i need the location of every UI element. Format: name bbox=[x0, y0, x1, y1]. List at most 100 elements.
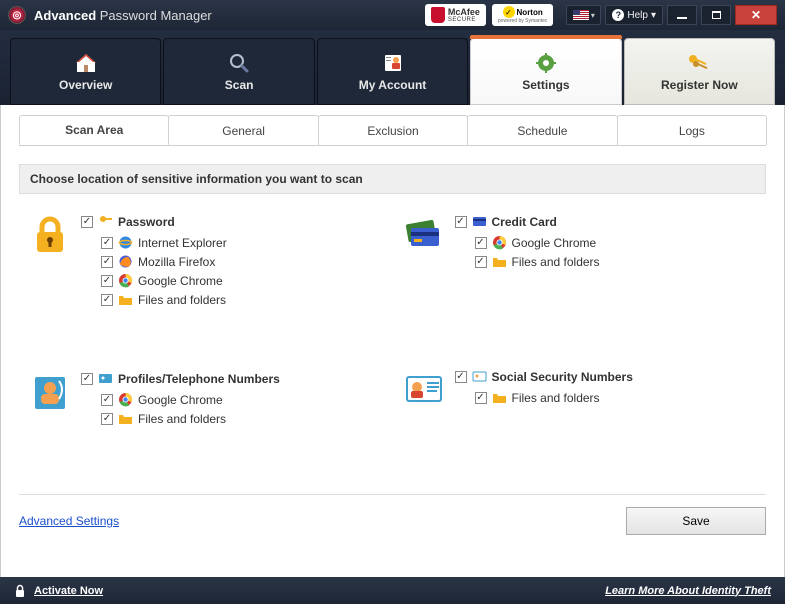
checkbox-files[interactable]: ✓ bbox=[475, 256, 487, 268]
tab-settings-label: Settings bbox=[522, 78, 569, 92]
chrome-icon bbox=[118, 273, 133, 288]
checkbox-profiles[interactable]: ✓ bbox=[81, 373, 93, 385]
content-area: Scan Area General Exclusion Schedule Log… bbox=[0, 105, 785, 577]
norton-badge: ✓ Norton powered by Symantec bbox=[492, 4, 553, 26]
close-icon: ✕ bbox=[751, 8, 761, 22]
folder-icon bbox=[118, 411, 133, 426]
list-item: ✓ Google Chrome bbox=[475, 235, 757, 250]
minimize-icon bbox=[677, 17, 687, 19]
checkbox-ssn[interactable]: ✓ bbox=[455, 371, 467, 383]
account-icon bbox=[382, 52, 404, 74]
item-label: Google Chrome bbox=[138, 274, 223, 288]
tab-settings[interactable]: Settings bbox=[470, 38, 621, 105]
mcafee-badge: McAfee SECURE bbox=[425, 4, 486, 26]
maximize-button[interactable] bbox=[701, 5, 731, 25]
chrome-icon bbox=[492, 235, 507, 250]
group-credit-card: ✓ Credit Card ✓ Google Chrome ✓ bbox=[403, 214, 757, 273]
titlebar: ◎ Advanced Password Manager McAfee SECUR… bbox=[0, 0, 785, 30]
subtab-general[interactable]: General bbox=[168, 115, 318, 145]
item-label: Google Chrome bbox=[138, 393, 223, 407]
mcafee-label: McAfee bbox=[448, 7, 480, 17]
close-button[interactable]: ✕ bbox=[735, 5, 777, 25]
list-item: ✓ Internet Explorer bbox=[101, 235, 383, 250]
folder-icon bbox=[492, 390, 507, 405]
item-label: Internet Explorer bbox=[138, 236, 227, 250]
checkbox-chrome[interactable]: ✓ bbox=[101, 275, 113, 287]
main-nav: Overview Scan My Account Settings Regist… bbox=[0, 30, 785, 105]
folder-icon bbox=[118, 292, 133, 307]
group-ssn-title: Social Security Numbers bbox=[492, 370, 633, 384]
activate-now-link[interactable]: Activate Now bbox=[34, 585, 103, 597]
credit-card-icon bbox=[403, 214, 445, 256]
list-item: ✓ Files and folders bbox=[101, 411, 383, 426]
section-header: Choose location of sensitive information… bbox=[19, 164, 766, 194]
card-small-icon bbox=[472, 214, 487, 229]
item-label: Files and folders bbox=[512, 255, 600, 269]
subtab-schedule[interactable]: Schedule bbox=[467, 115, 617, 145]
norton-check-icon: ✓ bbox=[503, 6, 515, 18]
minimize-button[interactable] bbox=[667, 5, 697, 25]
tab-register-label: Register Now bbox=[661, 78, 738, 92]
learn-more-link[interactable]: Learn More About Identity Theft bbox=[605, 585, 771, 597]
checkbox-chrome[interactable]: ✓ bbox=[475, 237, 487, 249]
chevron-down-icon: ▾ bbox=[591, 11, 595, 20]
item-label: Google Chrome bbox=[512, 236, 597, 250]
group-ssn: ✓ Social Security Numbers ✓ Files and fo… bbox=[403, 369, 757, 411]
checkbox-files[interactable]: ✓ bbox=[101, 413, 113, 425]
list-item: ✓ Files and folders bbox=[475, 254, 757, 269]
list-item: ✓ Google Chrome bbox=[101, 273, 383, 288]
item-label: Files and folders bbox=[138, 412, 226, 426]
checkbox-password[interactable]: ✓ bbox=[81, 216, 93, 228]
group-profiles: ✓ Profiles/Telephone Numbers ✓ Google Ch… bbox=[29, 371, 383, 430]
mcafee-shield-icon bbox=[431, 7, 445, 23]
tab-scan[interactable]: Scan bbox=[163, 38, 314, 105]
group-password: ✓ Password ✓ Internet Explorer ✓ bbox=[29, 214, 383, 311]
folder-icon bbox=[492, 254, 507, 269]
key-small-icon bbox=[98, 214, 113, 229]
subtab-exclusion[interactable]: Exclusion bbox=[318, 115, 468, 145]
app-title-bold: Advanced bbox=[34, 8, 96, 23]
chevron-down-icon: ▾ bbox=[651, 10, 656, 21]
app-title: Advanced Password Manager bbox=[34, 8, 212, 23]
group-profiles-title: Profiles/Telephone Numbers bbox=[118, 372, 280, 386]
maximize-icon bbox=[712, 11, 721, 19]
id-small-icon bbox=[472, 369, 487, 384]
id-card-icon bbox=[403, 369, 445, 411]
checkbox-files[interactable]: ✓ bbox=[101, 294, 113, 306]
mcafee-sub: SECURE bbox=[448, 17, 480, 23]
checkbox-files[interactable]: ✓ bbox=[475, 392, 487, 404]
checkbox-credit-card[interactable]: ✓ bbox=[455, 216, 467, 228]
tab-my-account-label: My Account bbox=[359, 78, 427, 92]
home-icon bbox=[74, 52, 98, 74]
footer-row: Advanced Settings Save bbox=[19, 494, 766, 535]
language-selector[interactable]: ▾ bbox=[566, 5, 601, 25]
item-label: Mozilla Firefox bbox=[138, 255, 215, 269]
key-icon bbox=[686, 52, 712, 74]
save-button[interactable]: Save bbox=[626, 507, 766, 535]
list-item: ✓ Google Chrome bbox=[101, 392, 383, 407]
checkbox-ie[interactable]: ✓ bbox=[101, 237, 113, 249]
gear-icon bbox=[535, 52, 557, 74]
help-button[interactable]: ? Help ▾ bbox=[605, 5, 663, 25]
list-item: ✓ Mozilla Firefox bbox=[101, 254, 383, 269]
checkbox-chrome[interactable]: ✓ bbox=[101, 394, 113, 406]
app-title-rest: Password Manager bbox=[100, 8, 212, 23]
subtab-logs[interactable]: Logs bbox=[617, 115, 767, 145]
app-icon: ◎ bbox=[8, 6, 26, 24]
advanced-settings-link[interactable]: Advanced Settings bbox=[19, 514, 119, 528]
firefox-icon bbox=[118, 254, 133, 269]
flag-us-icon bbox=[573, 10, 589, 20]
tab-my-account[interactable]: My Account bbox=[317, 38, 468, 105]
checkbox-firefox[interactable]: ✓ bbox=[101, 256, 113, 268]
norton-label: Norton bbox=[517, 8, 543, 17]
scan-area-grid: ✓ Password ✓ Internet Explorer ✓ bbox=[19, 214, 766, 490]
subtab-scan-area[interactable]: Scan Area bbox=[19, 115, 169, 145]
tab-scan-label: Scan bbox=[225, 78, 254, 92]
search-icon bbox=[228, 52, 250, 74]
group-credit-card-title: Credit Card bbox=[492, 215, 557, 229]
tab-register[interactable]: Register Now bbox=[624, 38, 775, 105]
tab-overview[interactable]: Overview bbox=[10, 38, 161, 105]
padlock-icon bbox=[29, 214, 71, 256]
phonebook-icon bbox=[29, 371, 71, 413]
chrome-icon bbox=[118, 392, 133, 407]
